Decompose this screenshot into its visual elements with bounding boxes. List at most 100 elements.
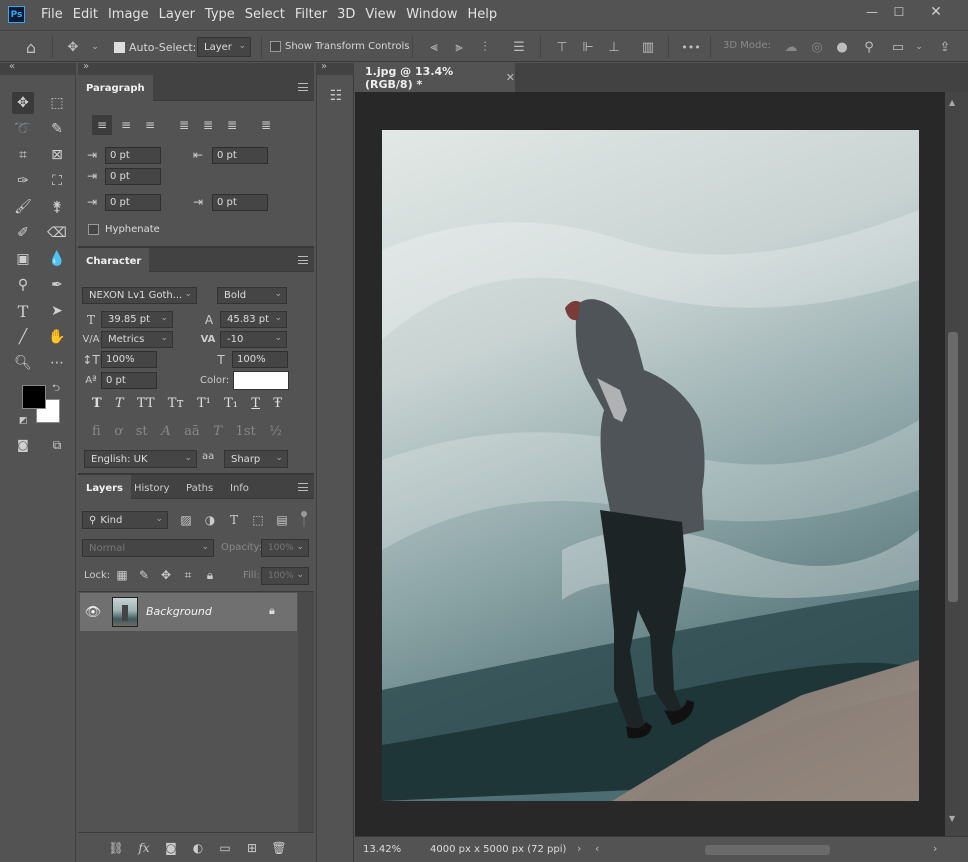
blend-mode-dropdown[interactable]: Normal ⌄ bbox=[82, 539, 214, 557]
tab-layers[interactable]: Layers bbox=[78, 475, 131, 501]
orbit-3d-icon[interactable]: ☁ bbox=[782, 38, 800, 56]
baseline-shift-input[interactable]: 0 pt bbox=[101, 372, 157, 389]
swash-button[interactable]: A bbox=[161, 424, 170, 442]
subscript-button[interactable]: T₁ bbox=[224, 396, 238, 414]
hand-icon[interactable]: ✋ bbox=[46, 326, 68, 348]
menu-edit[interactable]: Edit bbox=[68, 7, 103, 22]
zoom-level[interactable]: 13.42% bbox=[363, 844, 401, 855]
scroll-down-icon[interactable]: ▼ bbox=[949, 814, 955, 823]
panel-menu-icon[interactable] bbox=[298, 483, 308, 491]
menu-select[interactable]: Select bbox=[240, 7, 290, 22]
font-family-dropdown[interactable]: NEXON Lv1 Goth... ⌄ bbox=[82, 287, 197, 304]
crop-icon[interactable]: ⌗ bbox=[12, 144, 34, 166]
first-line-indent-input[interactable]: 0 pt bbox=[105, 168, 161, 185]
filter-adjustment-icon[interactable]: ◑ bbox=[202, 511, 218, 529]
workspace-icon[interactable]: ▭ bbox=[889, 38, 907, 56]
menu-image[interactable]: Image bbox=[103, 7, 154, 22]
kerning-dropdown[interactable]: Metrics ⌄ bbox=[101, 331, 173, 348]
eye-icon[interactable]: 👁︎ bbox=[85, 605, 102, 620]
font-style-dropdown[interactable]: Bold ⌄ bbox=[217, 287, 287, 304]
tab-paths[interactable]: Paths bbox=[178, 475, 221, 501]
align-left-edges-icon[interactable]: ⫷ bbox=[425, 38, 443, 56]
home-icon[interactable]: ⌂ bbox=[22, 38, 40, 57]
gradient-icon[interactable]: ▣ bbox=[12, 248, 34, 270]
indent-right-input[interactable]: 0 pt bbox=[212, 147, 268, 164]
stylistic-alternates-button[interactable]: aā bbox=[184, 424, 200, 442]
lock-position-icon[interactable]: ✥ bbox=[159, 568, 173, 582]
filter-kind-dropdown[interactable]: ⚲ Kind ⌄ bbox=[82, 511, 168, 529]
collapse-icon[interactable]: » bbox=[83, 61, 89, 72]
layer-row[interactable]: 👁︎ Background 🔒︎ bbox=[80, 593, 297, 631]
menu-file[interactable]: File bbox=[36, 7, 68, 22]
align-right-icon[interactable]: ≡ bbox=[140, 115, 160, 135]
tab-history[interactable]: History bbox=[126, 475, 178, 501]
canvas-image[interactable] bbox=[382, 130, 919, 801]
distribute-vertical-icon[interactable]: ☰ bbox=[510, 38, 528, 56]
small-caps-button[interactable]: Tт bbox=[168, 396, 184, 414]
menu-filter[interactable]: Filter bbox=[290, 7, 332, 22]
dodge-icon[interactable]: ⚲ bbox=[12, 274, 34, 296]
type-tool-icon[interactable]: T bbox=[12, 300, 34, 322]
faux-bold-button[interactable]: T bbox=[92, 396, 102, 414]
move-tool-preset-icon[interactable]: ✥ bbox=[64, 38, 82, 56]
close-tab-icon[interactable]: ✕ bbox=[506, 71, 515, 84]
more-tools-icon[interactable]: ⋯ bbox=[46, 352, 68, 374]
align-bottom-edges-icon[interactable]: ⊥ bbox=[605, 38, 623, 56]
fill-input[interactable]: 100% ⌄ bbox=[261, 567, 309, 585]
strikethrough-button[interactable]: Ŧ bbox=[273, 396, 282, 414]
quick-mask-icon[interactable]: ◙ bbox=[12, 434, 34, 456]
screen-mode-icon[interactable]: ⧉ bbox=[46, 434, 68, 456]
panel-menu-icon[interactable] bbox=[298, 83, 308, 91]
clone-stamp-icon[interactable]: ⚵ bbox=[46, 196, 68, 218]
discretionary-ligatures-button[interactable]: st bbox=[136, 424, 148, 442]
tab-character[interactable]: Character bbox=[78, 248, 150, 274]
horizontal-scroll-thumb[interactable] bbox=[705, 845, 830, 855]
auto-select-checkbox[interactable] bbox=[114, 42, 125, 53]
menu-view[interactable]: View bbox=[360, 7, 401, 22]
default-colors-icon[interactable]: ◩ bbox=[19, 416, 28, 426]
leading-dropdown[interactable]: 45.83 pt ⌄ bbox=[220, 311, 287, 328]
vertical-scale-input[interactable]: 100% bbox=[101, 351, 157, 368]
expand-icon[interactable]: » bbox=[321, 61, 327, 72]
menu-type[interactable]: Type bbox=[200, 7, 240, 22]
vertical-scroll-thumb[interactable] bbox=[948, 332, 958, 602]
filter-shape-icon[interactable]: ⬚ bbox=[250, 511, 266, 529]
lock-all-icon[interactable]: 🔒︎ bbox=[203, 568, 217, 582]
quick-selection-icon[interactable]: ✎ bbox=[46, 118, 68, 140]
menu-window[interactable]: Window bbox=[401, 7, 462, 22]
fractions-button[interactable]: ½ bbox=[269, 424, 282, 442]
align-horizontal-centers-icon[interactable]: ⫸ bbox=[450, 38, 468, 56]
vertical-scrollbar[interactable]: ▲ ▼ bbox=[945, 92, 968, 836]
fx-icon[interactable]: fx bbox=[136, 840, 152, 856]
brush-icon[interactable]: 🖌 bbox=[12, 196, 34, 218]
move-tool-icon[interactable]: ✥ bbox=[12, 92, 34, 114]
eyedropper-icon[interactable]: ✑ bbox=[12, 170, 34, 192]
text-color-swatch[interactable] bbox=[233, 371, 289, 390]
font-size-dropdown[interactable]: 39.85 pt ⌄ bbox=[101, 311, 173, 328]
opacity-input[interactable]: 100% ⌄ bbox=[261, 539, 309, 557]
filter-toggle[interactable] bbox=[301, 511, 307, 529]
menu-help[interactable]: Help bbox=[463, 7, 503, 22]
distribute-horizontal-icon[interactable]: ▥ bbox=[639, 38, 657, 56]
indent-left-input[interactable]: 0 pt bbox=[105, 147, 161, 164]
antialias-dropdown[interactable]: Sharp ⌄ bbox=[224, 450, 288, 468]
contextual-alternates-button[interactable]: ơ bbox=[114, 424, 122, 442]
pen-icon[interactable]: ✒ bbox=[46, 274, 68, 296]
roll-3d-icon[interactable]: ◎ bbox=[808, 38, 826, 56]
hyphenate-checkbox[interactable] bbox=[88, 224, 99, 235]
swap-colors-icon[interactable]: ⮌ bbox=[52, 381, 60, 398]
new-adjustment-icon[interactable]: ◐ bbox=[190, 840, 206, 856]
menu-3d[interactable]: 3D bbox=[332, 7, 360, 22]
maximize-button[interactable]: ☐ bbox=[888, 3, 910, 21]
minimize-button[interactable]: — bbox=[861, 3, 883, 21]
tab-paragraph[interactable]: Paragraph bbox=[78, 75, 153, 101]
horizontal-scale-input[interactable]: 100% bbox=[232, 351, 288, 368]
add-mask-icon[interactable]: ◙ bbox=[163, 840, 179, 856]
blur-icon[interactable]: 💧 bbox=[46, 248, 68, 270]
properties-icon[interactable]: ☷ bbox=[323, 83, 349, 109]
new-layer-icon[interactable]: ⊞ bbox=[244, 840, 260, 856]
faux-italic-button[interactable]: T bbox=[115, 396, 124, 414]
align-top-edges-icon[interactable]: ⊤ bbox=[553, 38, 571, 56]
line-icon[interactable]: ╱ bbox=[12, 326, 34, 348]
spot-healing-icon[interactable]: ⛶ bbox=[46, 170, 68, 192]
